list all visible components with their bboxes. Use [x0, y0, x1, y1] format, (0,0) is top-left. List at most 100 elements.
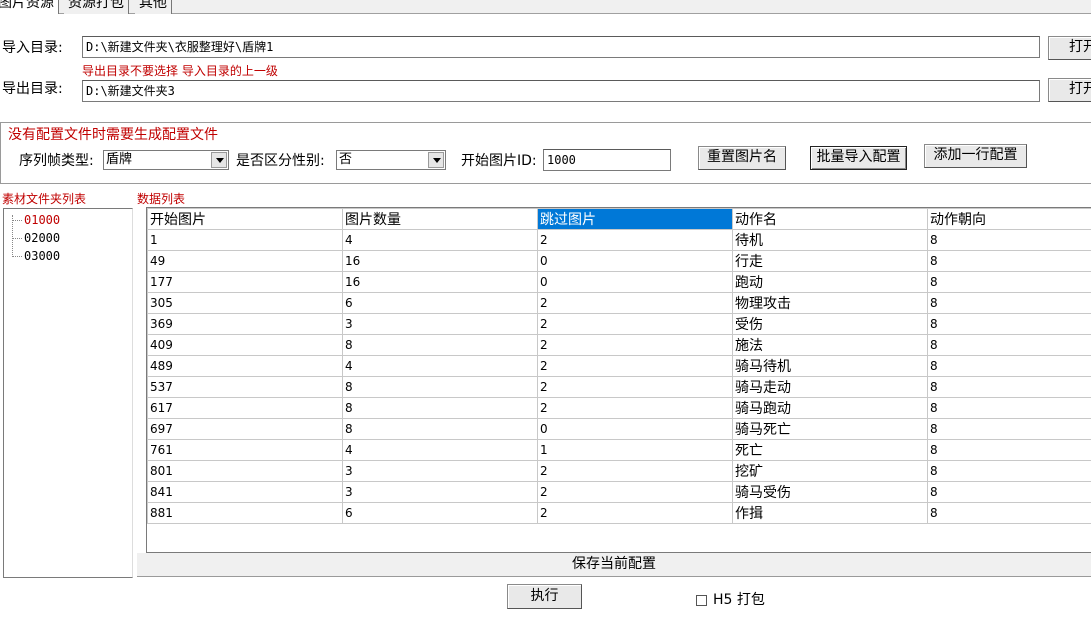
image-count-cell[interactable]: 8 [342, 418, 538, 440]
skip-images-cell[interactable]: 2 [537, 481, 733, 503]
tab-other[interactable]: 其他 [135, 0, 172, 14]
h5-pack-checkbox[interactable] [696, 595, 707, 606]
action-direction-cell[interactable]: 8 [927, 334, 1091, 356]
image-count-cell[interactable]: 8 [342, 376, 538, 398]
action-name-cell[interactable]: 骑马走动 [732, 376, 928, 398]
action-direction-cell[interactable]: 8 [927, 229, 1091, 251]
folder-item[interactable]: 03000 [24, 248, 60, 264]
action-name-cell[interactable]: 挖矿 [732, 460, 928, 482]
image-count-cell[interactable]: 4 [342, 229, 538, 251]
import-dir-input[interactable]: D:\新建文件夹\衣服整理好\盾牌1 [82, 36, 1040, 58]
action-name-cell[interactable]: 骑马跑动 [732, 397, 928, 419]
image-count-cell[interactable]: 6 [342, 502, 538, 524]
action-direction-cell[interactable]: 8 [927, 292, 1091, 314]
data-grid[interactable]: 开始图片 图片数量 跳过图片 动作名 动作朝向 1 4 2 待机 8 49 16 0 行走 8 17… [146, 207, 1091, 553]
skip-images-cell[interactable]: 0 [537, 250, 733, 272]
action-name-cell[interactable]: 受伤 [732, 313, 928, 335]
image-count-cell[interactable]: 16 [342, 271, 538, 293]
image-count-cell[interactable]: 3 [342, 481, 538, 503]
action-direction-cell[interactable]: 8 [927, 376, 1091, 398]
start-id-input[interactable]: 1000 [543, 149, 671, 171]
skip-images-cell[interactable]: 2 [537, 397, 733, 419]
table-row[interactable]: 881 6 2 作揖 8 [147, 502, 1091, 524]
skip-images-cell[interactable]: 2 [537, 355, 733, 377]
table-row[interactable]: 409 8 2 施法 8 [147, 334, 1091, 356]
action-direction-cell[interactable]: 8 [927, 460, 1091, 482]
skip-images-cell[interactable]: 2 [537, 334, 733, 356]
table-row[interactable]: 697 8 0 骑马死亡 8 [147, 418, 1091, 440]
action-name-cell[interactable]: 物理攻击 [732, 292, 928, 314]
action-direction-cell[interactable]: 8 [927, 502, 1091, 524]
start-image-cell[interactable]: 697 [147, 418, 343, 440]
column-header-action-direction[interactable]: 动作朝向 [927, 208, 1091, 230]
gender-select[interactable]: 否 [336, 150, 446, 170]
image-count-cell[interactable]: 4 [342, 355, 538, 377]
action-name-cell[interactable]: 待机 [732, 229, 928, 251]
image-count-cell[interactable]: 8 [342, 397, 538, 419]
action-direction-cell[interactable]: 8 [927, 271, 1091, 293]
start-image-cell[interactable]: 617 [147, 397, 343, 419]
image-count-cell[interactable]: 6 [342, 292, 538, 314]
action-name-cell[interactable]: 骑马待机 [732, 355, 928, 377]
action-name-cell[interactable]: 跑动 [732, 271, 928, 293]
start-image-cell[interactable]: 841 [147, 481, 343, 503]
table-row[interactable]: 177 16 0 跑动 8 [147, 271, 1091, 293]
action-name-cell[interactable]: 骑马受伤 [732, 481, 928, 503]
folder-item[interactable]: 01000 [24, 212, 60, 228]
start-image-cell[interactable]: 881 [147, 502, 343, 524]
action-name-cell[interactable]: 骑马死亡 [732, 418, 928, 440]
import-dir-open-button[interactable]: 打开 [1048, 36, 1091, 60]
table-row[interactable]: 537 8 2 骑马走动 8 [147, 376, 1091, 398]
table-row[interactable]: 801 3 2 挖矿 8 [147, 460, 1091, 482]
action-direction-cell[interactable]: 8 [927, 481, 1091, 503]
save-config-button[interactable]: 保存当前配置 [137, 553, 1091, 577]
seq-type-select[interactable]: 盾牌 [103, 150, 229, 170]
start-image-cell[interactable]: 177 [147, 271, 343, 293]
skip-images-cell[interactable]: 0 [537, 418, 733, 440]
action-direction-cell[interactable]: 8 [927, 313, 1091, 335]
column-header-action-name[interactable]: 动作名 [732, 208, 928, 230]
skip-images-cell[interactable]: 2 [537, 292, 733, 314]
skip-images-cell[interactable]: 2 [537, 313, 733, 335]
table-row[interactable]: 617 8 2 骑马跑动 8 [147, 397, 1091, 419]
column-header-start-image[interactable]: 开始图片 [147, 208, 343, 230]
table-row[interactable]: 369 3 2 受伤 8 [147, 313, 1091, 335]
image-count-cell[interactable]: 16 [342, 250, 538, 272]
execute-button[interactable]: 执行 [507, 584, 582, 609]
add-config-row-button[interactable]: 添加一行配置 [924, 144, 1027, 168]
column-header-image-count[interactable]: 图片数量 [342, 208, 538, 230]
action-direction-cell[interactable]: 8 [927, 355, 1091, 377]
table-row[interactable]: 1 4 2 待机 8 [147, 229, 1091, 251]
start-image-cell[interactable]: 409 [147, 334, 343, 356]
start-image-cell[interactable]: 489 [147, 355, 343, 377]
table-row[interactable]: 49 16 0 行走 8 [147, 250, 1091, 272]
action-direction-cell[interactable]: 8 [927, 439, 1091, 461]
action-direction-cell[interactable]: 8 [927, 250, 1091, 272]
export-dir-input[interactable]: D:\新建文件夹3 [82, 80, 1040, 102]
export-dir-open-button[interactable]: 打开 [1048, 78, 1091, 102]
image-count-cell[interactable]: 8 [342, 334, 538, 356]
action-name-cell[interactable]: 死亡 [732, 439, 928, 461]
action-direction-cell[interactable]: 8 [927, 397, 1091, 419]
skip-images-cell[interactable]: 0 [537, 271, 733, 293]
image-count-cell[interactable]: 3 [342, 313, 538, 335]
start-image-cell[interactable]: 49 [147, 250, 343, 272]
table-row[interactable]: 841 3 2 骑马受伤 8 [147, 481, 1091, 503]
tab-image-resources[interactable]: 图片资源 [0, 0, 59, 14]
start-image-cell[interactable]: 1 [147, 229, 343, 251]
table-row[interactable]: 489 4 2 骑马待机 8 [147, 355, 1091, 377]
skip-images-cell[interactable]: 2 [537, 502, 733, 524]
start-image-cell[interactable]: 537 [147, 376, 343, 398]
start-image-cell[interactable]: 761 [147, 439, 343, 461]
image-count-cell[interactable]: 4 [342, 439, 538, 461]
start-image-cell[interactable]: 305 [147, 292, 343, 314]
skip-images-cell[interactable]: 2 [537, 376, 733, 398]
tab-resource-packing[interactable]: 资源打包 [64, 0, 129, 14]
action-name-cell[interactable]: 施法 [732, 334, 928, 356]
start-image-cell[interactable]: 801 [147, 460, 343, 482]
action-direction-cell[interactable]: 8 [927, 418, 1091, 440]
skip-images-cell[interactable]: 1 [537, 439, 733, 461]
image-count-cell[interactable]: 3 [342, 460, 538, 482]
action-name-cell[interactable]: 行走 [732, 250, 928, 272]
action-name-cell[interactable]: 作揖 [732, 502, 928, 524]
